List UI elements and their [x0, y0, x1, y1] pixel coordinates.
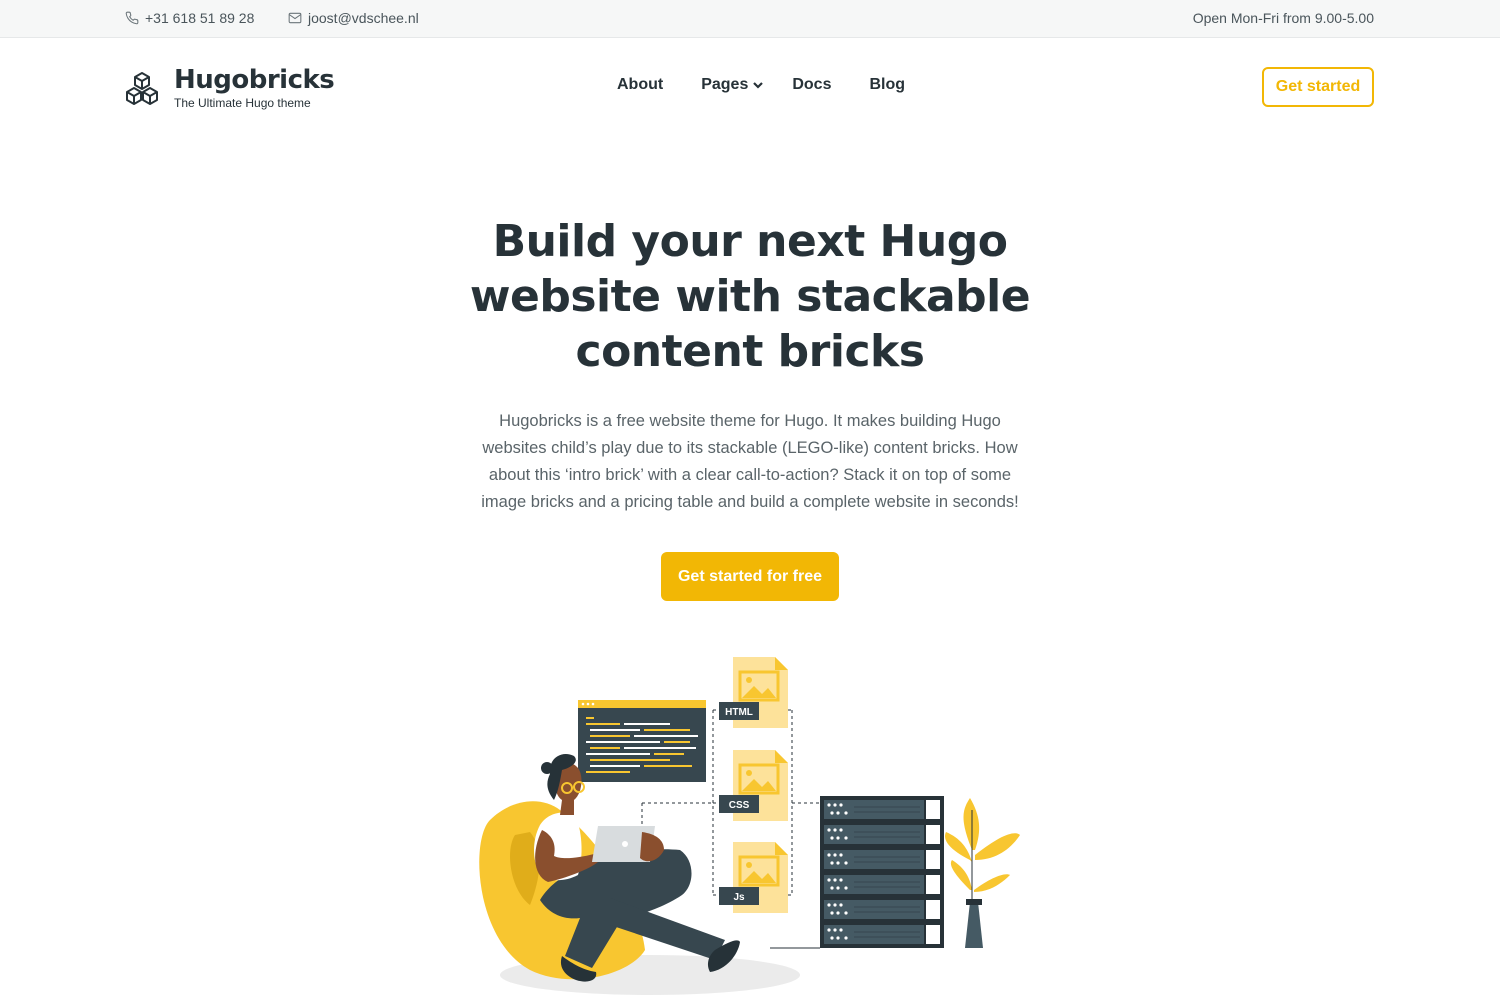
email-address: joost@vdschee.nl — [308, 10, 419, 26]
nav-item-docs[interactable]: Docs — [792, 76, 831, 94]
top-bar: +31 618 51 89 28 joost@vdschee.nl Open M… — [0, 0, 1500, 38]
phone-icon — [125, 11, 139, 25]
email-contact[interactable]: joost@vdschee.nl — [288, 0, 419, 36]
hero-title-line: Build your next Hugo — [492, 216, 1008, 267]
nav-item-pages-label: Pages — [701, 76, 749, 93]
mail-icon — [288, 12, 302, 24]
phone-number: +31 618 51 89 28 — [145, 10, 255, 26]
brand-name: Hugobricks — [174, 65, 335, 95]
html-label: HTML — [725, 707, 753, 718]
css-label: CSS — [729, 800, 750, 811]
hero-title-line: content bricks — [575, 326, 926, 377]
hero-description: Hugobricks is a free website theme for H… — [481, 412, 1019, 511]
chevron-down-icon — [753, 82, 764, 89]
phone-contact[interactable]: +31 618 51 89 28 — [125, 0, 254, 36]
brand-tagline: The Ultimate Hugo theme — [174, 96, 311, 110]
js-label: Js — [733, 892, 745, 903]
cubes-logo-icon — [126, 72, 158, 105]
opening-hours: Open Mon-Fri from 9.00-5.00 — [1192, 10, 1374, 26]
nav-item-about[interactable]: About — [617, 76, 663, 94]
hero-title: Build your next Hugo website with stacka… — [450, 214, 1050, 379]
main-nav: About Pages Docs Blog — [617, 76, 905, 94]
site-header: Hugobricks The Ultimate Hugo theme About… — [0, 38, 1500, 138]
brand-logo[interactable]: Hugobricks The Ultimate Hugo theme — [124, 65, 335, 110]
get-started-free-button[interactable]: Get started for free — [661, 552, 839, 601]
get-started-button[interactable]: Get started — [1262, 67, 1374, 107]
nav-item-pages[interactable]: Pages — [701, 76, 764, 94]
developer-illustration: HTML CSS Js — [479, 657, 1020, 995]
nav-item-blog[interactable]: Blog — [869, 76, 905, 94]
hero-title-line: website with stackable — [469, 271, 1031, 322]
